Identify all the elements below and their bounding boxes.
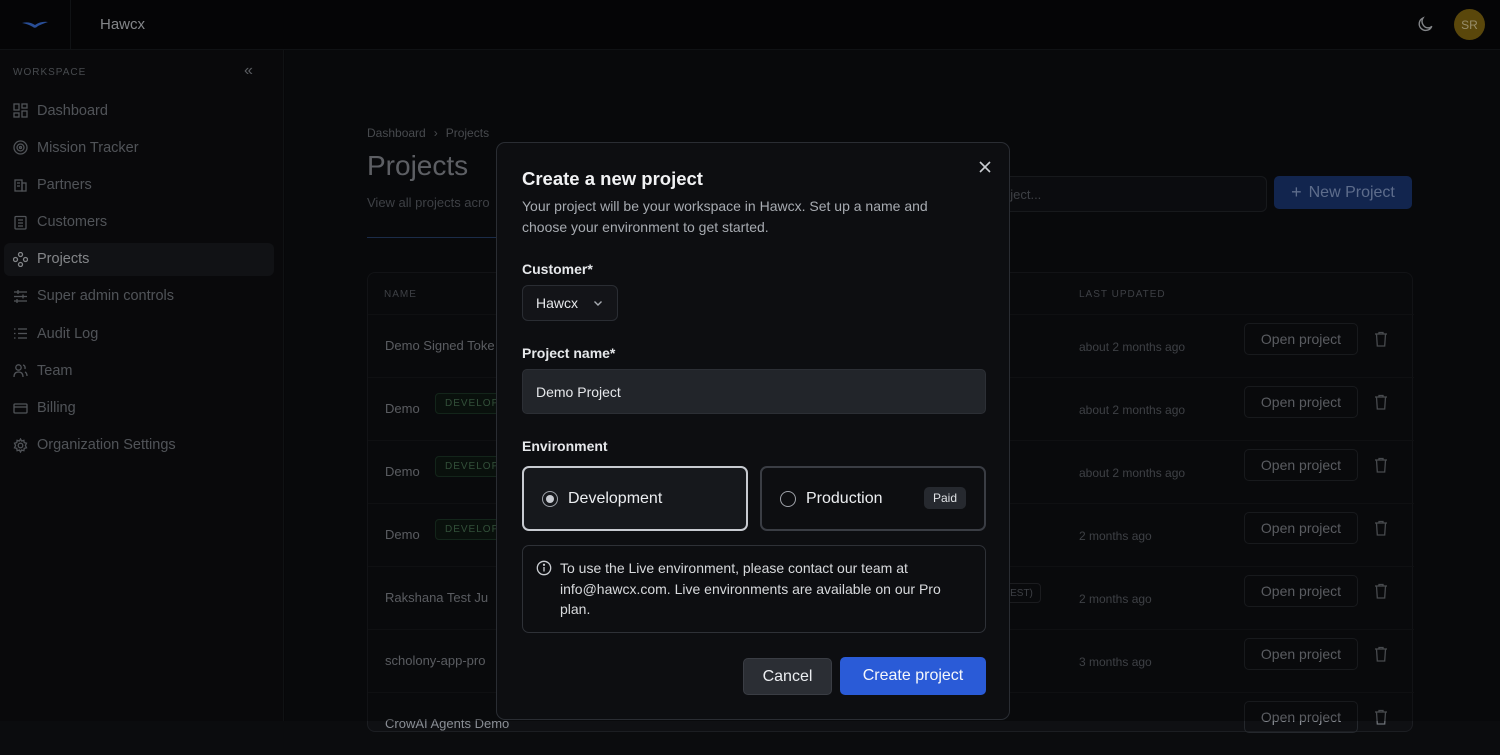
environment-option-production[interactable]: Production Paid bbox=[760, 466, 986, 531]
customer-value: Hawcx bbox=[536, 295, 579, 311]
info-text: To use the Live environment, please cont… bbox=[560, 560, 941, 617]
production-label: Production bbox=[806, 489, 883, 507]
environment-label: Environment bbox=[522, 438, 608, 454]
close-icon[interactable] bbox=[977, 159, 993, 175]
development-label: Development bbox=[568, 489, 663, 507]
create-project-dialog: Create a new project Your project will b… bbox=[496, 142, 1010, 720]
paid-badge: Paid bbox=[923, 487, 966, 509]
customer-select[interactable]: Hawcx bbox=[522, 285, 618, 321]
dialog-description: Your project will be your workspace in H… bbox=[522, 198, 928, 235]
radio-selected-icon bbox=[542, 490, 558, 507]
dialog-title: Create a new project bbox=[522, 168, 703, 189]
project-name-input[interactable]: Demo Project bbox=[522, 369, 986, 414]
cancel-button[interactable]: Cancel bbox=[743, 658, 832, 695]
customer-label: Customer* bbox=[522, 261, 593, 277]
radio-unselected-icon bbox=[780, 490, 796, 507]
info-callout: To use the Live environment, please cont… bbox=[522, 545, 986, 633]
environment-option-development[interactable]: Development bbox=[522, 466, 748, 531]
create-project-button[interactable]: Create project bbox=[840, 657, 986, 695]
chevron-down-icon bbox=[594, 301, 602, 306]
project-name-label: Project name* bbox=[522, 345, 616, 361]
info-icon bbox=[536, 560, 552, 576]
